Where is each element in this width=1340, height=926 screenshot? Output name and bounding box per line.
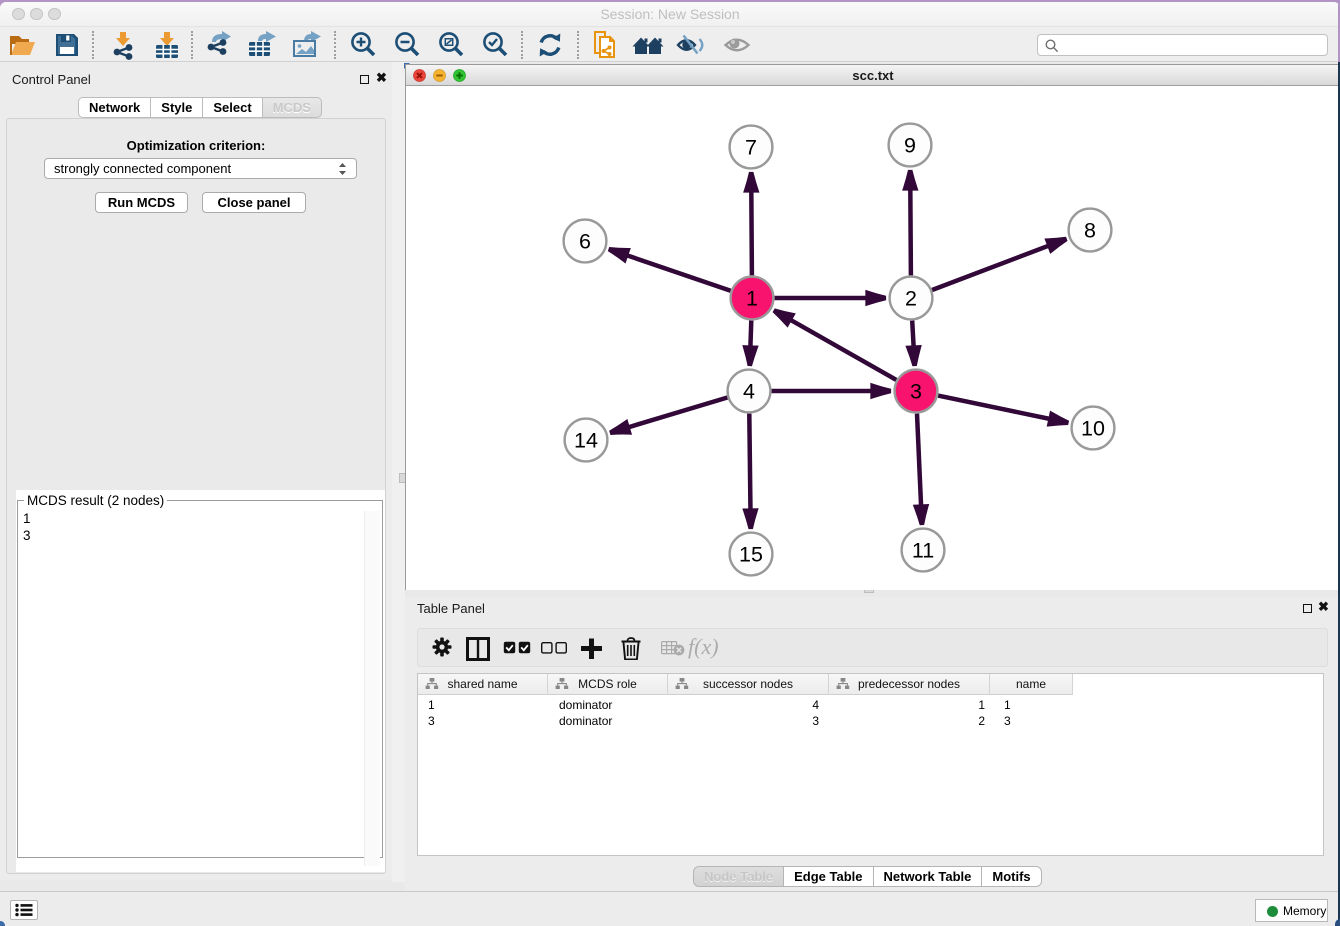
svg-text:10: 10 bbox=[1081, 417, 1105, 441]
svg-text:1: 1 bbox=[746, 287, 758, 311]
svg-text:2: 2 bbox=[905, 287, 917, 311]
svg-text:15: 15 bbox=[739, 543, 763, 567]
svg-text:11: 11 bbox=[912, 539, 934, 563]
svg-text:14: 14 bbox=[574, 429, 598, 453]
svg-text:8: 8 bbox=[1084, 219, 1096, 243]
svg-text:6: 6 bbox=[579, 230, 591, 254]
svg-text:3: 3 bbox=[910, 380, 922, 404]
svg-text:9: 9 bbox=[904, 134, 916, 158]
svg-text:7: 7 bbox=[745, 136, 757, 160]
svg-text:4: 4 bbox=[743, 380, 755, 404]
